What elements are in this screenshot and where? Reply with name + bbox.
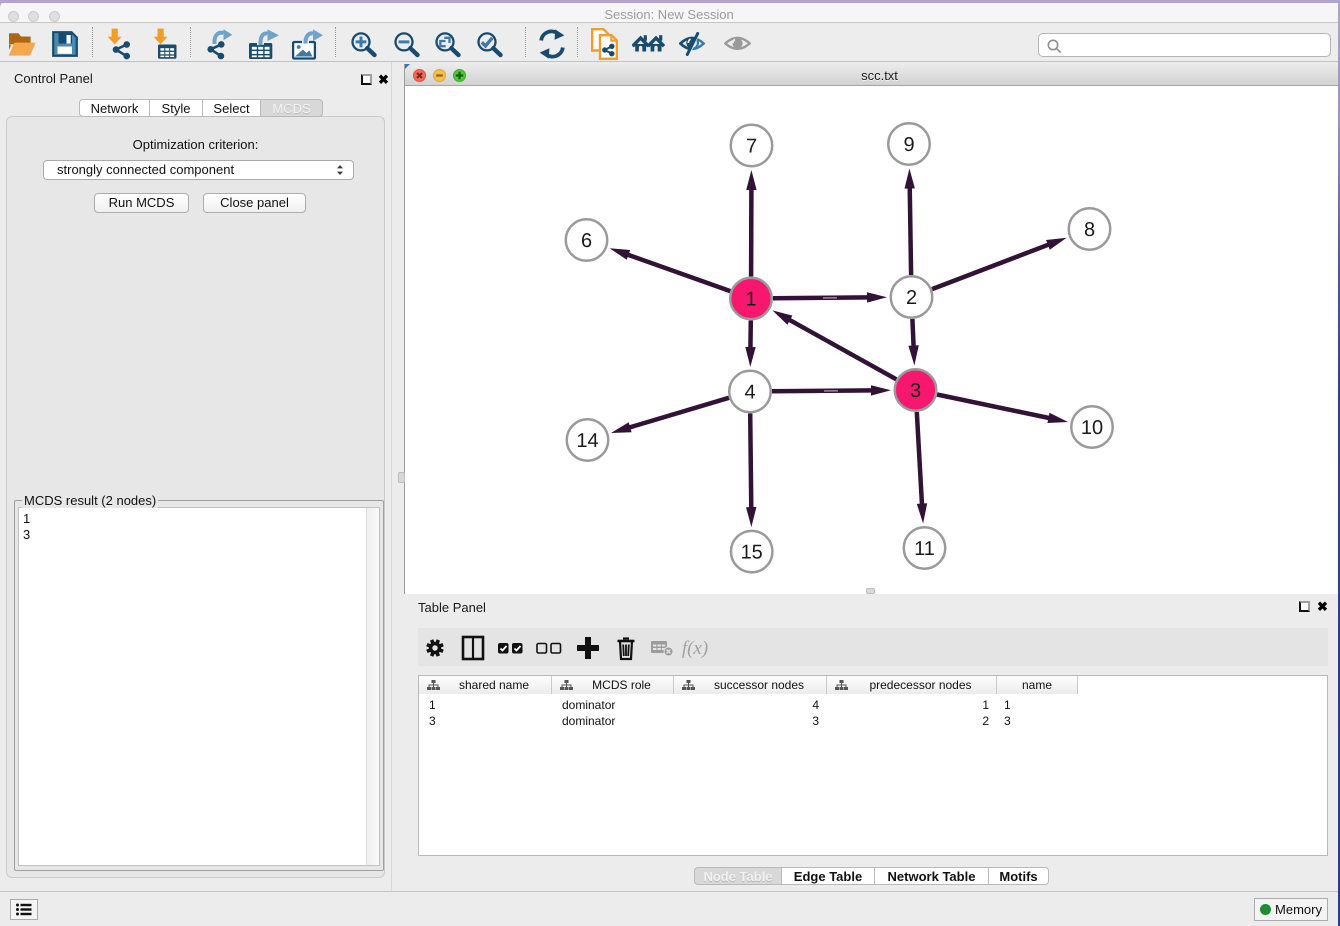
svg-text:f(x): f(x) [682,638,708,659]
svg-text:4: 4 [744,382,755,404]
svg-text:3: 3 [910,380,921,402]
svg-text:10: 10 [1081,417,1103,439]
svg-text:1: 1 [745,289,756,311]
svg-text:9: 9 [903,134,914,156]
svg-text:6: 6 [581,230,592,252]
svg-text:11: 11 [914,538,935,560]
svg-text:14: 14 [576,430,598,452]
svg-text:8: 8 [1084,219,1095,241]
svg-text:2: 2 [906,287,917,309]
svg-text:7: 7 [746,136,757,158]
svg-text:15: 15 [741,542,763,564]
